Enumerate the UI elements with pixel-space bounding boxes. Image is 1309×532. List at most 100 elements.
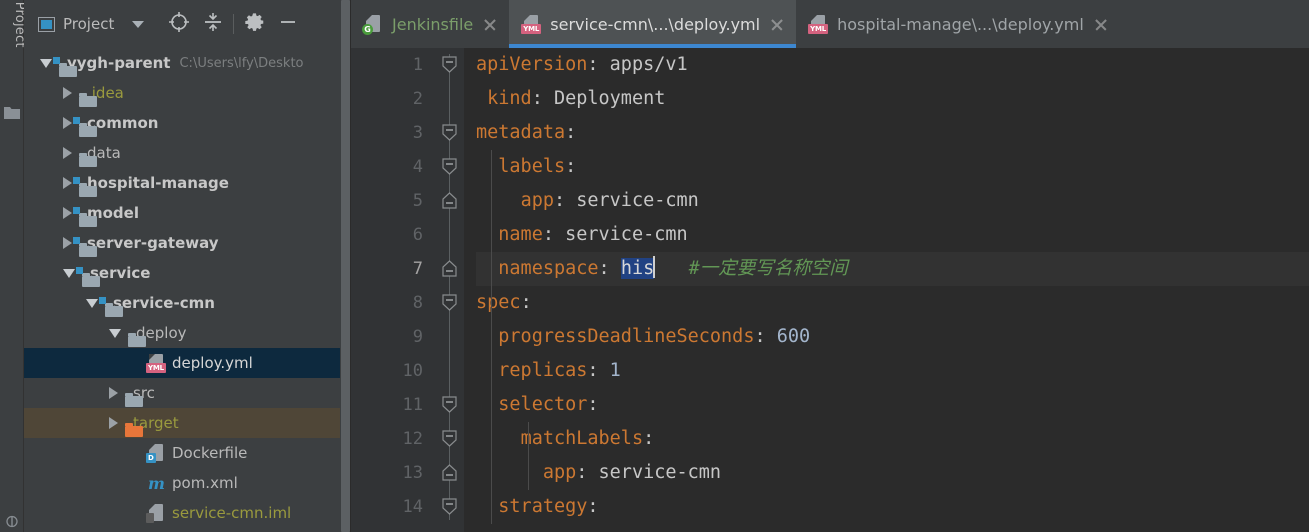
- line-number: 12: [402, 429, 423, 449]
- code-folding-gutter[interactable]: [436, 48, 464, 532]
- chevron-down-icon[interactable]: [132, 20, 145, 28]
- code-line[interactable]: app: service-cmn: [476, 184, 1309, 218]
- tree-row[interactable]: yygh-parent C:\Users\lfy\Deskto: [24, 48, 351, 78]
- fold-marker[interactable]: [441, 498, 458, 515]
- yaml-key: selector: [498, 394, 588, 415]
- code-line[interactable]: namespace: his #一定要写名称空间: [476, 252, 1309, 286]
- code-line[interactable]: selector:: [476, 388, 1309, 422]
- chevron-down-icon[interactable]: [86, 298, 98, 308]
- minus-icon: [277, 11, 299, 37]
- fold-marker[interactable]: [441, 396, 458, 413]
- tree-row-label: Dockerfile: [172, 444, 248, 462]
- tree-row[interactable]: m pom.xml: [24, 468, 351, 498]
- tree-row[interactable]: src: [24, 378, 351, 408]
- editor-tab[interactable]: G Jenkinsfile: [351, 0, 509, 48]
- yaml-key: namespace: [498, 258, 599, 279]
- code-line[interactable]: app: service-cmn: [476, 456, 1309, 490]
- chevron-right-icon[interactable]: [63, 147, 72, 159]
- chevron-right-icon[interactable]: [63, 237, 72, 249]
- fold-marker[interactable]: [441, 192, 458, 209]
- fold-marker[interactable]: [441, 260, 458, 277]
- fold-marker[interactable]: [441, 294, 458, 311]
- chevron-right-icon[interactable]: [63, 207, 72, 219]
- yaml-value: :: [643, 428, 655, 449]
- line-number: 14: [402, 497, 423, 517]
- close-icon[interactable]: [482, 17, 497, 32]
- project-tree[interactable]: yygh-parent C:\Users\lfy\Deskto .idea commo…: [24, 48, 351, 532]
- yaml-value: :: [587, 394, 599, 415]
- yaml-value: : apps/v1: [587, 54, 688, 75]
- yaml-value: :: [520, 292, 532, 313]
- editor-tab[interactable]: YML hospital-manage\...\deploy.yml: [796, 0, 1120, 48]
- folder-icon: [4, 104, 20, 119]
- yaml-key: app: [520, 190, 554, 211]
- tree-row[interactable]: deploy: [24, 318, 351, 348]
- tree-row[interactable]: hospital-manage: [24, 168, 351, 198]
- line-number: 4: [412, 157, 423, 177]
- settings-button[interactable]: [237, 7, 271, 41]
- scrollbar-thumb[interactable]: [341, 0, 350, 532]
- tool-window-strip-left: 1: Project: [0, 0, 27, 532]
- fold-marker[interactable]: [441, 158, 458, 175]
- chevron-down-icon[interactable]: [109, 328, 121, 338]
- locate-button[interactable]: [162, 7, 196, 41]
- indent-guide: [528, 422, 529, 490]
- chevron-right-icon[interactable]: [109, 387, 118, 399]
- yaml-value: : service-cmn: [553, 190, 699, 211]
- tree-row-label: server-gateway: [87, 234, 219, 252]
- tree-row[interactable]: D Dockerfile: [24, 438, 351, 468]
- fold-marker[interactable]: [441, 124, 458, 141]
- fold-marker[interactable]: [441, 464, 458, 481]
- editor-area: G Jenkinsfile YML service-cmn\...\deploy.ym…: [351, 0, 1309, 532]
- collapse-all-button[interactable]: [196, 7, 230, 41]
- editor-tab-active[interactable]: YML service-cmn\...\deploy.yml: [509, 0, 797, 48]
- line-number: 9: [412, 327, 423, 347]
- code-line[interactable]: name: service-cmn: [476, 218, 1309, 252]
- code-line[interactable]: kind: Deployment: [476, 82, 1309, 116]
- code-line[interactable]: strategy:: [476, 490, 1309, 524]
- hide-button[interactable]: [271, 7, 305, 41]
- yaml-value: [476, 88, 487, 109]
- close-icon[interactable]: [1093, 17, 1108, 32]
- chevron-right-icon[interactable]: [63, 87, 72, 99]
- close-icon[interactable]: [769, 17, 784, 32]
- code-content[interactable]: apiVersion: apps/v1 kind: Deployment meta…: [464, 48, 1309, 532]
- tree-row[interactable]: service-cmn.iml: [24, 498, 351, 528]
- project-window-icon: [38, 16, 55, 32]
- editor-tab-label: Jenkinsfile: [392, 14, 474, 34]
- terminal-icon[interactable]: [6, 513, 18, 528]
- tree-row[interactable]: target: [24, 408, 351, 438]
- tree-row[interactable]: service: [24, 258, 351, 288]
- tree-row-label: pom.xml: [172, 474, 238, 492]
- code-line[interactable]: matchLabels:: [476, 422, 1309, 456]
- tree-row[interactable]: model: [24, 198, 351, 228]
- yaml-value: [476, 156, 498, 177]
- tree-row[interactable]: service-cmn: [24, 288, 351, 318]
- yaml-value: :: [565, 156, 577, 177]
- chevron-right-icon[interactable]: [63, 177, 72, 189]
- tree-row-selected[interactable]: YML deploy.yml: [24, 348, 351, 378]
- code-editor[interactable]: 1 2 3 4 5 6 7 8 9 10 11 12 13 14 apiVersion: apps/v1 …: [351, 48, 1309, 532]
- tree-row[interactable]: .idea: [24, 78, 351, 108]
- fold-marker[interactable]: [441, 430, 458, 447]
- project-tool-window: Project yygh-parent C:\Users\lfy\Deskto …: [24, 0, 351, 532]
- chevron-down-icon[interactable]: [40, 58, 52, 68]
- chevron-right-icon[interactable]: [63, 117, 72, 129]
- code-line[interactable]: replicas: 1: [476, 354, 1309, 388]
- tree-row[interactable]: data: [24, 138, 351, 168]
- code-line[interactable]: labels:: [476, 150, 1309, 184]
- chevron-right-icon[interactable]: [109, 417, 118, 429]
- tree-row-label: service-cmn: [113, 294, 215, 312]
- yaml-value: :: [754, 326, 777, 347]
- chevron-down-icon[interactable]: [63, 268, 75, 278]
- code-line[interactable]: progressDeadlineSeconds: 600: [476, 320, 1309, 354]
- code-line[interactable]: apiVersion: apps/v1: [476, 48, 1309, 82]
- tree-row[interactable]: server-gateway: [24, 228, 351, 258]
- code-line[interactable]: spec:: [476, 286, 1309, 320]
- fold-marker[interactable]: [441, 56, 458, 73]
- project-view-selector[interactable]: Project: [34, 15, 148, 33]
- tree-row[interactable]: common: [24, 108, 351, 138]
- yml-file-icon: YML: [521, 15, 542, 34]
- code-line[interactable]: metadata:: [476, 116, 1309, 150]
- yaml-value: [476, 394, 498, 415]
